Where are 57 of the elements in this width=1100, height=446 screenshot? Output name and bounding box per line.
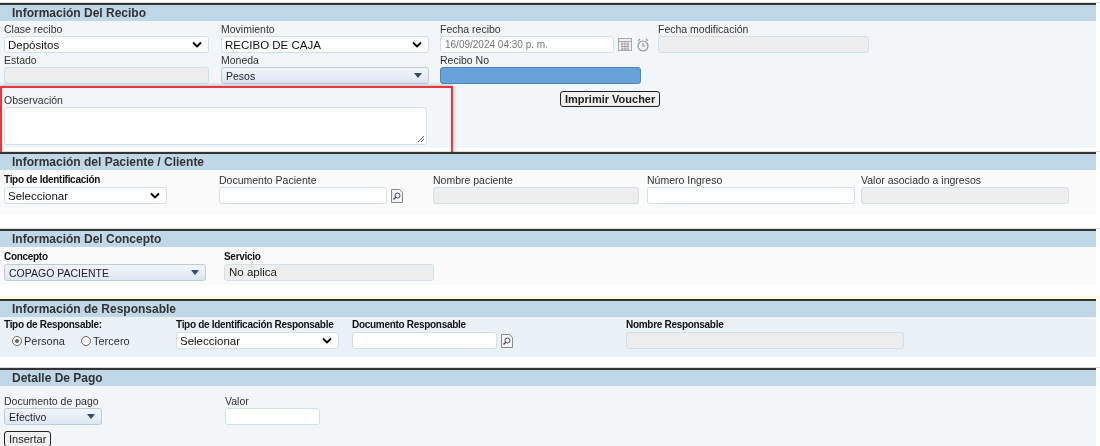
action-button[interactable]: Imprimir Voucher [560,91,661,107]
field-label: Estado [4,54,38,66]
search-icon[interactable] [501,333,513,348]
dropdown[interactable]: Efectivo [4,408,102,425]
radio-option[interactable]: Tercero [81,335,130,347]
resize-grip-icon [418,136,424,142]
field-label: Fecha modificación [658,23,750,35]
chevron-icon [412,41,422,48]
section-header: Información del Paciente / Cliente [0,154,1096,170]
section-header: Información Del Recibo [0,5,1096,21]
field-label: Movimiento [221,23,276,35]
date-field[interactable]: 16/09/2024 04:30 p. m. [440,36,614,53]
dropdown[interactable]: Pesos [221,67,429,84]
dropdown[interactable]: COPAGO PACIENTE [4,264,206,281]
field-label: Número Ingreso [647,174,724,186]
field-label: Clase recibo [4,23,64,35]
chevron-icon [192,41,202,48]
caret-icon [414,73,422,78]
field-label: Servicio [224,251,262,263]
caret-icon [191,270,199,275]
field-label: Nombre Responsable [626,319,725,331]
input-field[interactable] [225,408,320,425]
field-label: Documento Paciente [219,174,318,186]
chevron-icon [322,337,332,344]
clock-icon[interactable] [636,37,650,52]
field-label: Tipo de Identificación Responsable [176,319,335,331]
field-label: Documento Responsable [352,319,467,331]
radio-option[interactable]: Persona [12,335,65,347]
field-label: Tipo de Responsable: [4,319,103,331]
section-header: Información de Responsable [0,301,1096,317]
field-label: Documento de pago [4,395,100,407]
input-field[interactable] [352,332,497,349]
field-label: Fecha recibo [440,23,502,35]
input-field[interactable] [647,187,855,204]
input-field: No aplica [224,264,434,281]
chevron-icon [150,192,160,199]
field-label: Moneda [221,54,260,66]
dropdown[interactable]: RECIBO DE CAJA [221,36,429,53]
text-area[interactable] [4,107,427,145]
calendar-icon[interactable] [618,38,632,51]
field-label: Valor asociado a ingresos [861,174,983,186]
caret-icon [87,414,95,419]
field-label: Valor [225,395,250,407]
field-label: Nombre paciente [433,174,514,186]
field-label: Observación [4,94,64,106]
dropdown[interactable]: Seleccionar [4,187,167,204]
field-label: Concepto [4,251,49,263]
input-field[interactable] [219,187,387,204]
dropdown[interactable]: Seleccionar [176,332,339,349]
action-button[interactable]: Insertar [4,431,52,446]
section-header: Información Del Concepto [0,231,1096,247]
highlighted-field[interactable] [440,67,641,84]
field-label: Recibo No [440,54,491,66]
section-header: Detalle De Pago [0,370,1096,386]
dropdown[interactable]: Depósitos [4,36,209,53]
field-label: Tipo de Identificación [4,174,101,186]
search-icon[interactable] [391,188,403,203]
